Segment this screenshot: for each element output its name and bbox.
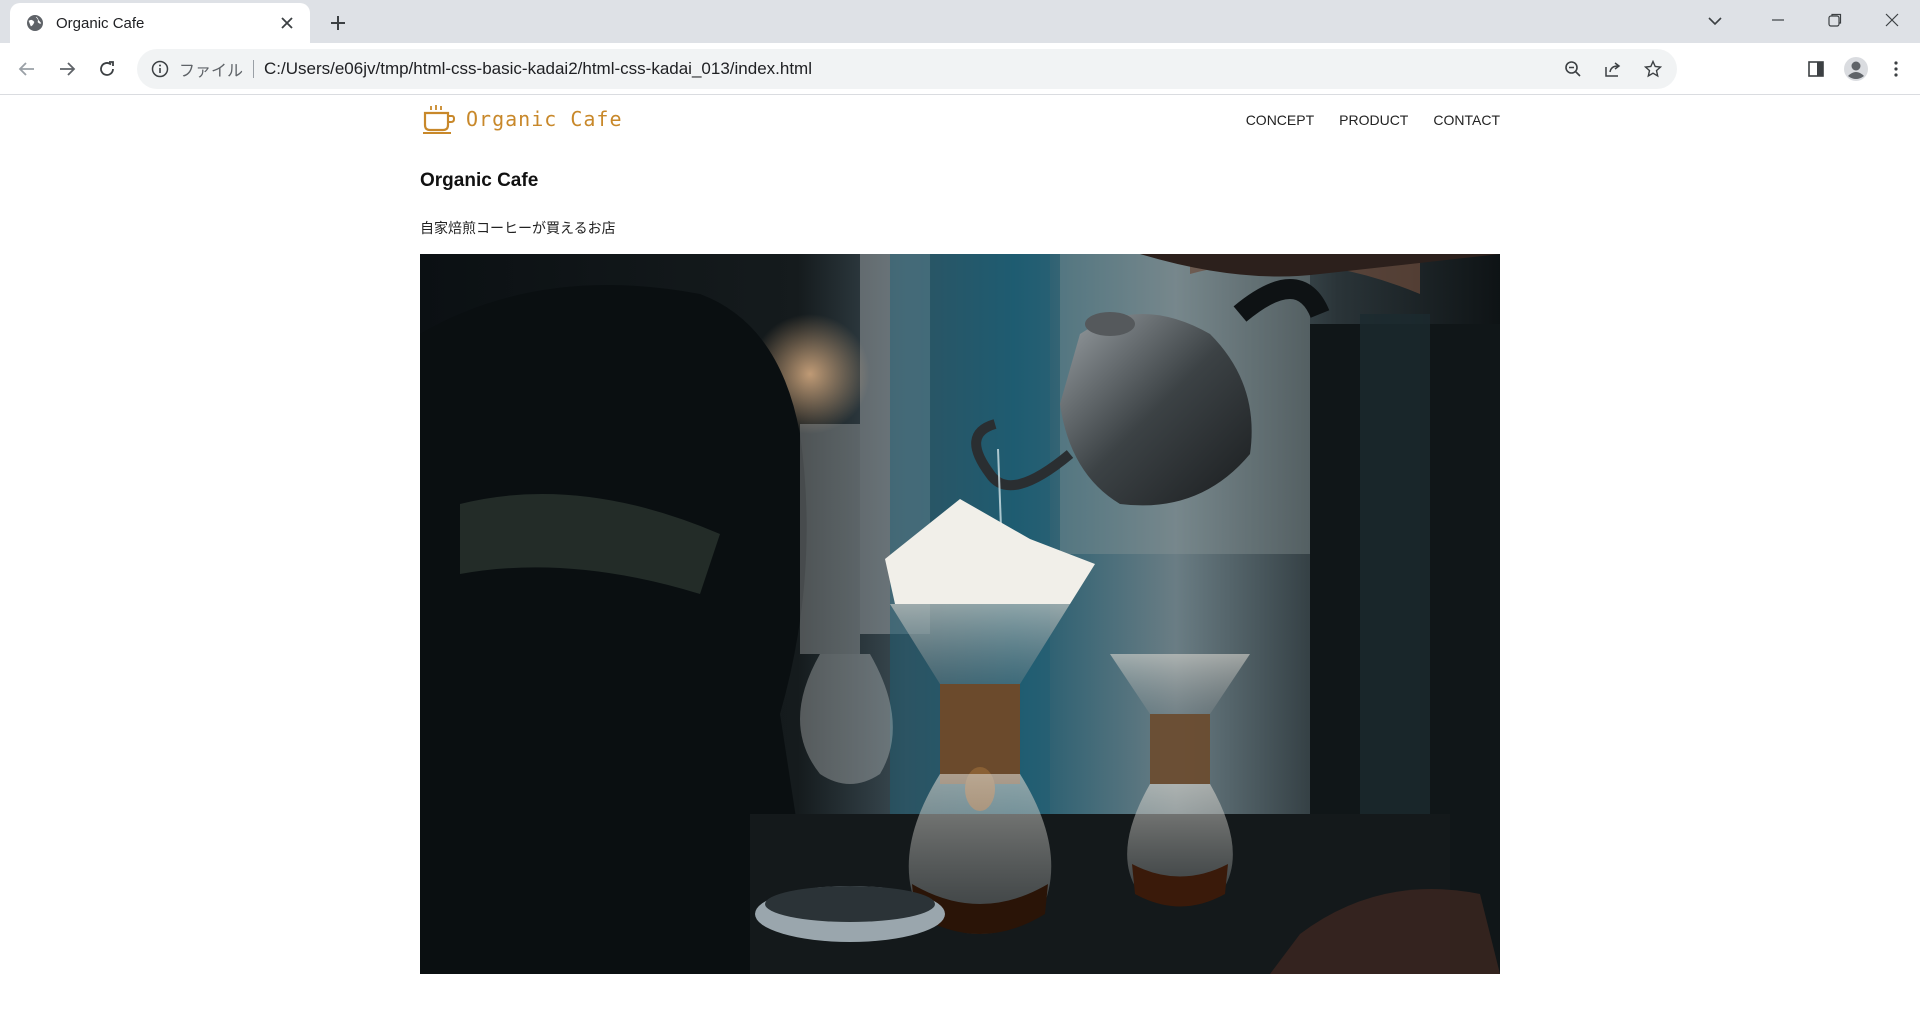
plus-icon[interactable] — [324, 9, 352, 37]
share-icon[interactable] — [1597, 53, 1629, 85]
page-title: Organic Cafe — [420, 170, 539, 191]
browser-tab[interactable]: Organic Cafe — [10, 3, 310, 43]
forward-icon[interactable] — [51, 53, 83, 85]
nav-link-product[interactable]: PRODUCT — [1339, 112, 1408, 128]
window-close-icon[interactable] — [1863, 0, 1920, 40]
info-icon[interactable] — [151, 60, 169, 78]
hero-image — [420, 254, 1500, 974]
globe-icon — [27, 15, 43, 31]
restore-icon[interactable] — [1806, 0, 1863, 40]
side-panel-icon[interactable] — [1800, 53, 1832, 85]
site-logo[interactable]: Organic Cafe — [422, 104, 623, 134]
reload-icon[interactable] — [91, 53, 123, 85]
close-icon[interactable] — [276, 12, 298, 34]
page-viewport: Organic Cafe CONCEPT PRODUCT CONTACT Org… — [0, 96, 1920, 1020]
coffee-cup-icon — [423, 105, 456, 134]
omnibox-divider — [253, 60, 255, 78]
zoom-out-icon[interactable] — [1557, 53, 1589, 85]
coffee-pour-photo — [420, 254, 1500, 974]
site-container: Organic Cafe CONCEPT PRODUCT CONTACT Org… — [420, 96, 1500, 974]
chevron-down-icon[interactable] — [1700, 6, 1730, 36]
scheme-label: ファイル — [179, 63, 244, 80]
tab-strip: Organic Cafe — [0, 0, 1920, 43]
catch-copy: 自家焙煎コーヒーが買えるお店 — [420, 220, 616, 236]
url-text[interactable]: C:/Users/e06jv/tmp/html-css-basic-kadai2… — [264, 59, 812, 79]
more-icon[interactable] — [1880, 53, 1912, 85]
global-nav: CONCEPT PRODUCT CONTACT — [1246, 112, 1500, 128]
minimize-icon[interactable] — [1749, 0, 1806, 40]
profile-icon[interactable] — [1840, 53, 1872, 85]
tab-title: Organic Cafe — [56, 14, 145, 32]
nav-link-concept[interactable]: CONCEPT — [1246, 112, 1314, 128]
back-icon[interactable] — [11, 53, 43, 85]
nav-link-contact[interactable]: CONTACT — [1433, 112, 1500, 128]
logo-text: Organic Cafe — [466, 107, 623, 131]
star-icon[interactable] — [1637, 53, 1669, 85]
browser-toolbar: ファイル C:/Users/e06jv/tmp/html-css-basic-k… — [0, 43, 1920, 95]
address-bar[interactable]: ファイル C:/Users/e06jv/tmp/html-css-basic-k… — [137, 49, 1677, 89]
site-header: Organic Cafe CONCEPT PRODUCT CONTACT — [420, 96, 1500, 146]
